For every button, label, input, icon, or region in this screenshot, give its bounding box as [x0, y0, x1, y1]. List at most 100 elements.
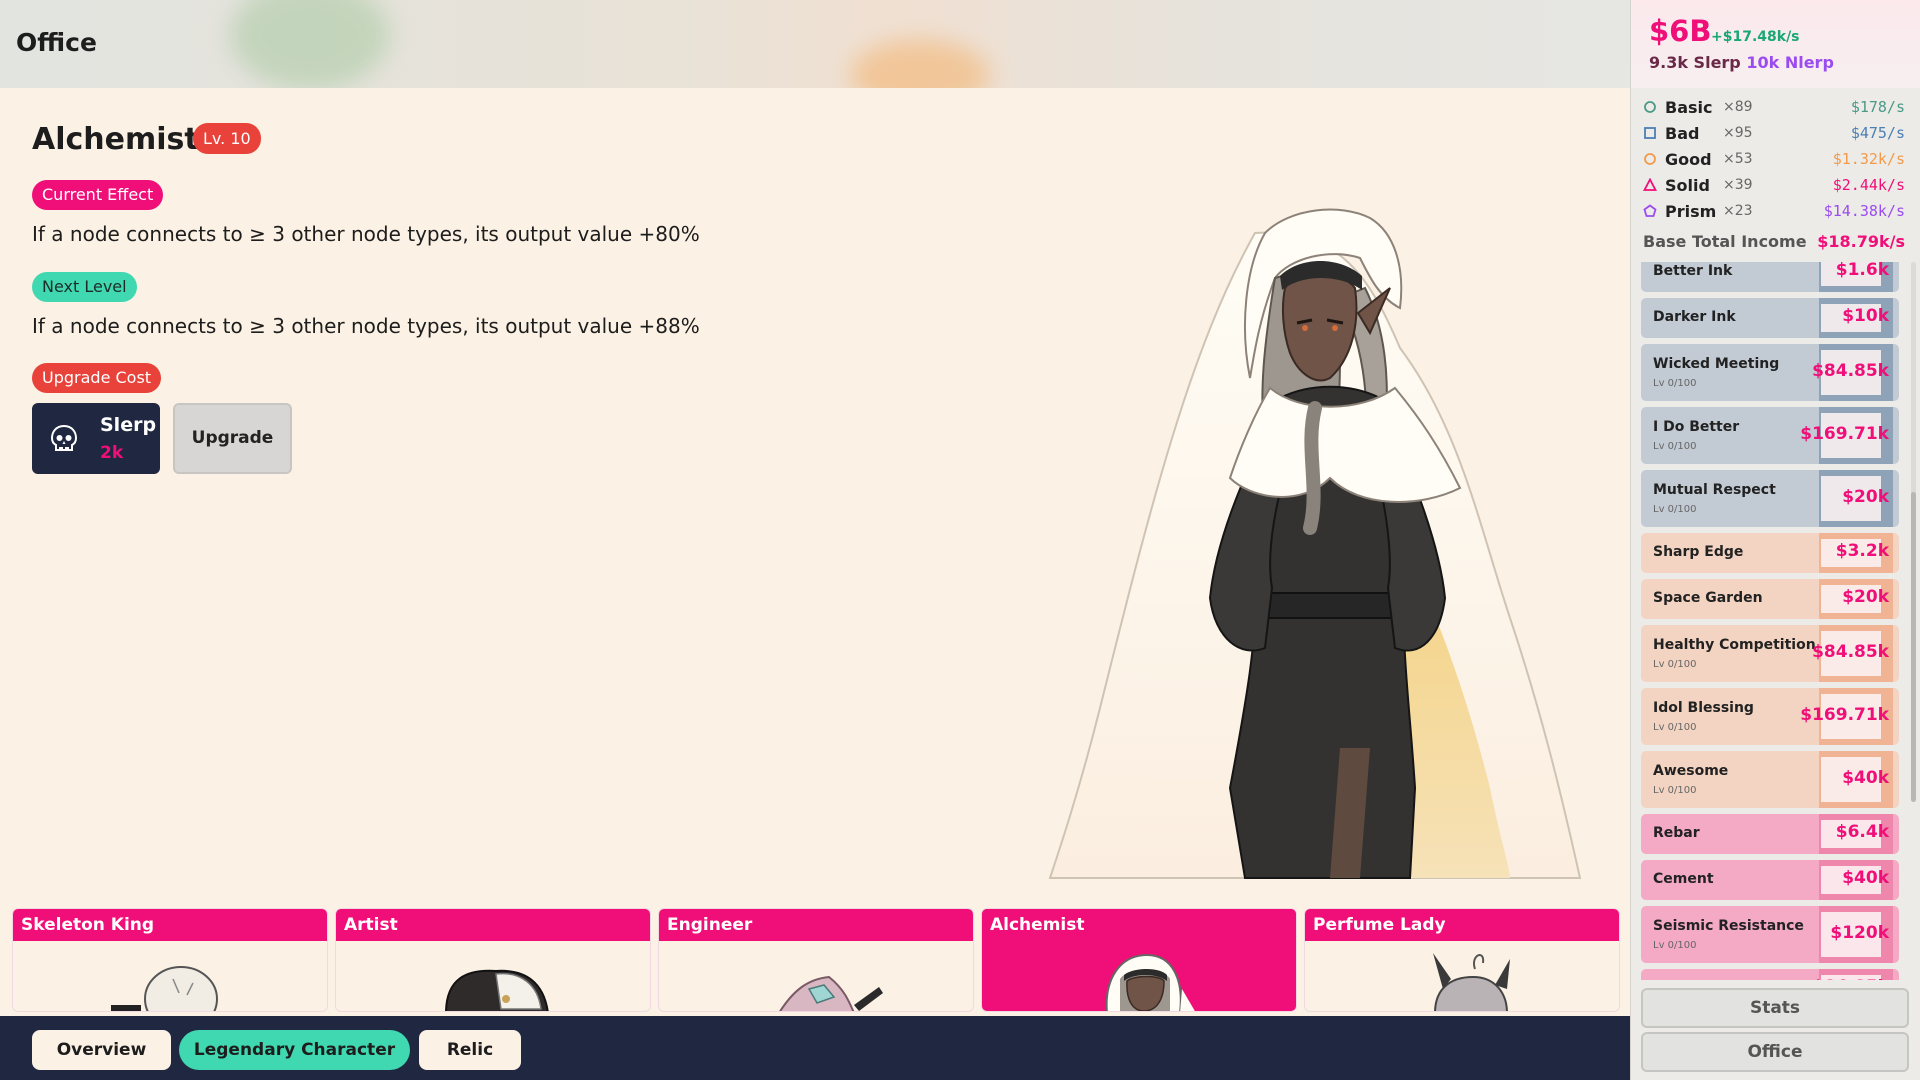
base-total-value: $18.79k/s — [1817, 232, 1905, 251]
resource-line: 9.3k Slerp 10k Nlerp — [1649, 53, 1834, 72]
upgrade-name: Darker Ink — [1653, 309, 1736, 325]
upgrade-name: Sharp Edge — [1653, 544, 1744, 560]
upgrade-item[interactable]: Rebar $6.4k — [1641, 814, 1899, 854]
tier-name: Bad — [1665, 124, 1700, 143]
page-title: Office — [16, 28, 97, 57]
tab-relic[interactable]: Relic — [419, 1030, 521, 1070]
tab-legendary-character[interactable]: Legendary Character — [179, 1030, 410, 1070]
skeleton-king-thumbnail — [111, 966, 218, 1011]
tier-count: ×89 — [1723, 99, 1753, 115]
card-perfume-lady[interactable]: Perfume Lady — [1304, 908, 1620, 1012]
base-total-income: Base Total Income $18.79k/s — [1643, 232, 1905, 251]
tier-rate: $2.44k/s — [1832, 176, 1905, 194]
upgrade-item[interactable]: Military Training$84.85k — [1641, 969, 1899, 980]
card-engineer[interactable]: Engineer — [658, 908, 974, 1012]
upgrade-name: Rebar — [1653, 825, 1700, 841]
level-badge: Lv. 10 — [193, 123, 261, 154]
tier-name: Good — [1665, 150, 1712, 169]
top-header: Office — [0, 0, 1630, 110]
upgrade-item[interactable]: Sharp Edge $3.2k — [1641, 533, 1899, 573]
tier-count: ×39 — [1723, 177, 1753, 193]
upgrade-list: Better Ink $1.6k Darker Ink $10k Wicked Meet… — [1641, 262, 1903, 980]
square-icon — [1644, 127, 1656, 139]
upgrade-cost: $1.6k — [1835, 262, 1889, 280]
upgrade-level: Lv 0/100 — [1653, 659, 1697, 670]
upgrade-level: Lv 0/100 — [1653, 504, 1697, 515]
upgrade-name: Space Garden — [1653, 590, 1763, 606]
upgrade-item[interactable]: Mutual Respect Lv 0/100 $20k — [1641, 470, 1899, 527]
upgrade-cost: $84.85k — [1812, 977, 1889, 980]
upgrade-cost: $20k — [1842, 486, 1889, 507]
upgrade-name: I Do Better — [1653, 419, 1740, 435]
alchemist-thumbnail — [1105, 953, 1195, 1011]
character-card-row: Skeleton King Artist Engineer Alchemist — [0, 896, 1630, 1016]
bottom-navigation: Overview Legendary Character Relic — [0, 1016, 1630, 1080]
upgrade-button[interactable]: Upgrade — [173, 403, 292, 474]
card-title: Skeleton King — [13, 909, 327, 941]
cost-resource-box: Slerp 2k — [32, 403, 160, 474]
upgrade-name: Seismic Resistance — [1653, 918, 1804, 934]
tier-rate: $1.32k/s — [1832, 150, 1905, 168]
tier-row-solid: Solid ×39 $2.44k/s — [1643, 174, 1905, 198]
character-name: Alchemist — [32, 122, 199, 157]
tier-row-good: Good ×53 $1.32k/s — [1643, 148, 1905, 172]
engineer-thumbnail — [779, 975, 883, 1011]
office-button[interactable]: Office — [1641, 1032, 1909, 1072]
tier-count: ×53 — [1723, 151, 1753, 167]
upgrade-item[interactable]: I Do Better Lv 0/100 $169.71k — [1641, 407, 1899, 464]
card-title: Artist — [336, 909, 650, 941]
upgrade-item[interactable]: Seismic Resistance Lv 0/100 $120k — [1641, 906, 1899, 963]
card-title: Engineer — [659, 909, 973, 941]
upgrade-cost: $3.2k — [1835, 541, 1889, 561]
card-skeleton-king[interactable]: Skeleton King — [12, 908, 328, 1012]
upgrade-cost: $84.85k — [1812, 360, 1889, 381]
upgrade-item[interactable]: Idol Blessing Lv 0/100 $169.71k — [1641, 688, 1899, 745]
skull-icon — [50, 424, 78, 451]
upgrade-cost: $84.85k — [1812, 641, 1889, 662]
triangle-icon — [1643, 178, 1657, 191]
nlerp-amount: 10k Nlerp — [1746, 53, 1834, 72]
upgrade-name: Cement — [1653, 871, 1714, 887]
upgrade-cost: $120k — [1830, 922, 1889, 943]
cost-amount: 2k — [100, 443, 124, 463]
upgrade-level: Lv 0/100 — [1653, 378, 1697, 389]
character-portrait — [1048, 208, 1582, 879]
next-level-text: If a node connects to ≥ 3 other node typ… — [32, 314, 700, 338]
upgrade-name: Mutual Respect — [1653, 482, 1776, 498]
scrollbar-thumb[interactable] — [1911, 492, 1916, 802]
upgrade-level: Lv 0/100 — [1653, 940, 1697, 951]
upgrade-name: Wicked Meeting — [1653, 356, 1780, 372]
upgrade-item[interactable]: Healthy Competition Lv 0/100 $84.85k — [1641, 625, 1899, 682]
perfume-lady-thumbnail — [1433, 953, 1510, 1011]
income-sidebar: $6B +$17.48k/s 9.3k Slerp 10k Nlerp Basi… — [1630, 0, 1920, 1080]
money-rate: +$17.48k/s — [1711, 29, 1800, 45]
upgrade-level: Lv 0/100 — [1653, 785, 1697, 796]
stats-button[interactable]: Stats — [1641, 988, 1909, 1028]
upgrade-cost: $40k — [1842, 767, 1889, 788]
upgrade-name: Awesome — [1653, 763, 1729, 779]
upgrade-cost: $6.4k — [1835, 822, 1889, 842]
upgrade-cost: $169.71k — [1800, 423, 1889, 444]
upgrade-item[interactable]: Better Ink $1.6k — [1641, 262, 1899, 292]
upgrade-item[interactable]: Cement $40k — [1641, 860, 1899, 900]
tab-overview[interactable]: Overview — [32, 1030, 171, 1070]
tier-rate: $475/s — [1850, 124, 1905, 142]
tier-row-prism: Prism ×23 $14.38k/s — [1643, 200, 1905, 224]
tier-name: Prism — [1665, 202, 1717, 221]
card-title: Perfume Lady — [1305, 909, 1619, 941]
upgrade-level: Lv 0/100 — [1653, 441, 1697, 452]
upgrade-item[interactable]: Space Garden $20k — [1641, 579, 1899, 619]
upgrade-item[interactable]: Wicked Meeting Lv 0/100 $84.85k — [1641, 344, 1899, 401]
money-total: $6B — [1649, 14, 1712, 48]
base-total-label: Base Total Income — [1643, 232, 1807, 251]
next-level-label: Next Level — [32, 272, 137, 302]
card-title: Alchemist — [982, 909, 1296, 941]
upgrade-list-scrollbar[interactable] — [1911, 262, 1916, 802]
upgrade-cost: $169.71k — [1800, 704, 1889, 725]
card-alchemist[interactable]: Alchemist — [981, 908, 1297, 1012]
upgrade-item[interactable]: Awesome Lv 0/100 $40k — [1641, 751, 1899, 808]
card-artist[interactable]: Artist — [335, 908, 651, 1012]
tier-row-basic: Basic ×89 $178/s — [1643, 96, 1905, 120]
upgrade-item[interactable]: Darker Ink $10k — [1641, 298, 1899, 338]
upgrade-cost: $20k — [1842, 587, 1889, 607]
